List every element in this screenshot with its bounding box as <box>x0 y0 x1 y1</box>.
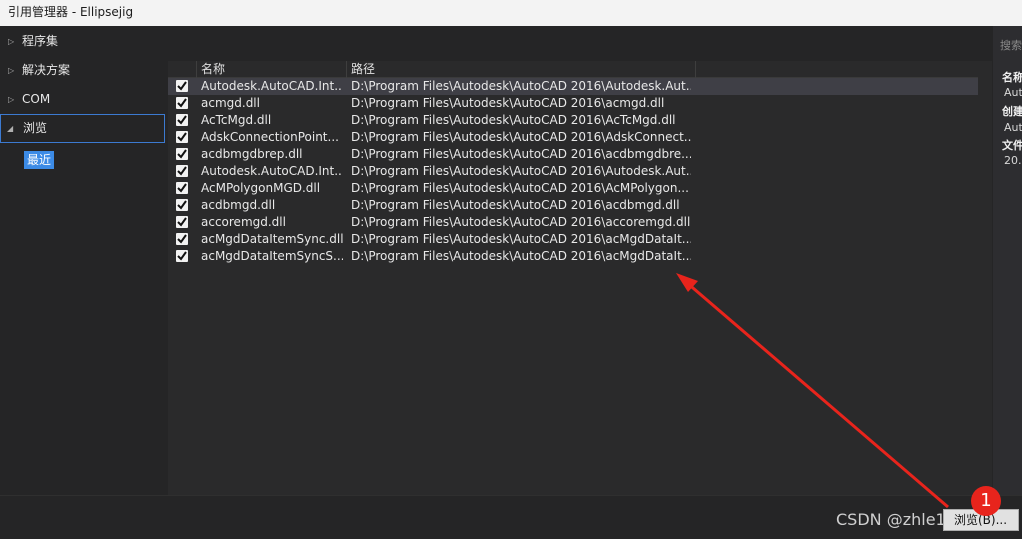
nav-item-label: COM <box>22 92 51 106</box>
table-row[interactable]: accoremgd.dll D:\Program Files\Autodesk\A… <box>168 214 978 231</box>
nav-sidebar: ▷ 程序集 ▷ 解决方案 ▷ COM ◢ 浏览 最近 <box>0 26 165 502</box>
expand-arrow-icon[interactable]: ▷ <box>8 27 16 56</box>
nav-sub-item-recent[interactable]: 最近 <box>24 151 55 169</box>
row-checkbox[interactable] <box>176 131 188 143</box>
row-name: acmgd.dll <box>201 96 260 110</box>
row-checkbox[interactable] <box>176 216 188 228</box>
row-checkbox[interactable] <box>176 148 188 160</box>
row-path: D:\Program Files\Autodesk\AutoCAD 2016\A… <box>351 130 691 144</box>
nav-item-assemblies[interactable]: ▷ 程序集 <box>0 27 165 56</box>
row-checkbox[interactable] <box>176 114 188 126</box>
window-title: 引用管理器 - Ellipsejig <box>8 5 134 19</box>
step-badge: 1 <box>971 486 1001 516</box>
nav-item-label: 程序集 <box>22 34 59 48</box>
row-checkbox[interactable] <box>176 233 188 245</box>
row-name: acdbmgd.dll <box>201 198 276 212</box>
row-name: AcMPolygonMGD.dll <box>201 181 321 195</box>
table-body: Autodesk.AutoCAD.Int... D:\Program Files\… <box>168 78 978 265</box>
checkmark-icon <box>177 200 187 210</box>
details-panel: 搜索 名称 Aut 创建 Aut 文件 20. <box>993 26 1022 502</box>
details-name-value: Aut <box>1004 86 1022 99</box>
table-row[interactable]: acdbmgd.dll D:\Program Files\Autodesk\Aut… <box>168 197 978 214</box>
header-checkbox-column <box>168 61 197 78</box>
checkmark-icon <box>177 166 187 176</box>
nav-item-browse[interactable]: ◢ 浏览 <box>0 114 165 143</box>
checkmark-icon <box>177 217 187 227</box>
row-name: accoremgd.dll <box>201 215 286 229</box>
row-path: D:\Program Files\Autodesk\AutoCAD 2016\A… <box>351 181 689 195</box>
row-name: Autodesk.AutoCAD.Int... <box>201 164 343 178</box>
row-path: D:\Program Files\Autodesk\AutoCAD 2016\a… <box>351 215 691 229</box>
table-row[interactable]: acMgdDataItemSync.dll D:\Program Files\Au… <box>168 231 978 248</box>
search-input[interactable]: 搜索 <box>1000 37 1022 53</box>
row-checkbox[interactable] <box>176 182 188 194</box>
row-path: D:\Program Files\Autodesk\AutoCAD 2016\A… <box>351 113 676 127</box>
checkmark-icon <box>177 149 187 159</box>
nav-item-label: 解决方案 <box>22 63 71 77</box>
table-row[interactable]: acdbmgdbrep.dll D:\Program Files\Autodesk… <box>168 146 978 163</box>
row-name: AcTcMgd.dll <box>201 113 272 127</box>
checkmark-icon <box>177 98 187 108</box>
table-row[interactable]: acmgd.dll D:\Program Files\Autodesk\AutoC… <box>168 95 978 112</box>
row-checkbox[interactable] <box>176 80 188 92</box>
row-name: AdskConnectionPoint... <box>201 130 339 144</box>
row-path: D:\Program Files\Autodesk\AutoCAD 2016\a… <box>351 198 680 212</box>
row-path: D:\Program Files\Autodesk\AutoCAD 2016\A… <box>351 164 691 178</box>
checkmark-icon <box>177 234 187 244</box>
table-row[interactable]: AdskConnectionPoint... D:\Program Files\A… <box>168 129 978 146</box>
details-created-label: 创建 <box>1002 105 1022 118</box>
table-row[interactable]: acMgdDataItemSyncS... D:\Program Files\Au… <box>168 248 978 265</box>
expand-arrow-icon[interactable]: ▷ <box>8 56 16 85</box>
row-path: D:\Program Files\Autodesk\AutoCAD 2016\A… <box>351 79 691 93</box>
checkmark-icon <box>177 251 187 261</box>
row-name: Autodesk.AutoCAD.Int... <box>201 79 343 93</box>
row-path: D:\Program Files\Autodesk\AutoCAD 2016\a… <box>351 147 691 161</box>
checkmark-icon <box>177 115 187 125</box>
row-name: acMgdDataItemSyncS... <box>201 249 343 263</box>
checkmark-icon <box>177 81 187 91</box>
row-path: D:\Program Files\Autodesk\AutoCAD 2016\a… <box>351 249 691 263</box>
expand-arrow-icon[interactable]: ▷ <box>8 85 16 114</box>
details-name-label: 名称 <box>1002 71 1022 84</box>
details-file-value: 20. <box>1004 154 1022 167</box>
table-row[interactable]: AcMPolygonMGD.dll D:\Program Files\Autode… <box>168 180 978 197</box>
row-checkbox[interactable] <box>176 199 188 211</box>
table-row[interactable]: AcTcMgd.dll D:\Program Files\Autodesk\Aut… <box>168 112 978 129</box>
nav-item-label: 浏览 <box>23 121 48 135</box>
checkmark-icon <box>177 132 187 142</box>
row-path: D:\Program Files\Autodesk\AutoCAD 2016\a… <box>351 232 691 246</box>
row-checkbox[interactable] <box>176 165 188 177</box>
table-row[interactable]: Autodesk.AutoCAD.Int... D:\Program Files\… <box>168 163 978 180</box>
details-created-value: Aut <box>1004 121 1022 134</box>
row-checkbox[interactable] <box>176 250 188 262</box>
window-title-bar: 引用管理器 - Ellipsejig <box>0 0 1022 26</box>
reference-list: 名称 路径 Autodesk.AutoCAD.Int... D:\Program … <box>168 61 992 495</box>
collapse-arrow-icon[interactable]: ◢ <box>7 115 15 142</box>
header-name[interactable]: 名称 <box>197 61 347 78</box>
row-name: acMgdDataItemSync.dll <box>201 232 343 246</box>
nav-item-com[interactable]: ▷ COM <box>0 85 165 114</box>
vertical-scrollbar[interactable] <box>980 61 992 495</box>
table-header: 名称 路径 <box>168 61 978 78</box>
footer-bar <box>0 495 1022 539</box>
row-name: acdbmgdbrep.dll <box>201 147 303 161</box>
row-path: D:\Program Files\Autodesk\AutoCAD 2016\a… <box>351 96 665 110</box>
table-row[interactable]: Autodesk.AutoCAD.Int... D:\Program Files\… <box>168 78 978 95</box>
details-file-label: 文件 <box>1002 139 1022 152</box>
nav-item-solution[interactable]: ▷ 解决方案 <box>0 56 165 85</box>
header-path[interactable]: 路径 <box>347 61 696 78</box>
row-checkbox[interactable] <box>176 97 188 109</box>
checkmark-icon <box>177 183 187 193</box>
